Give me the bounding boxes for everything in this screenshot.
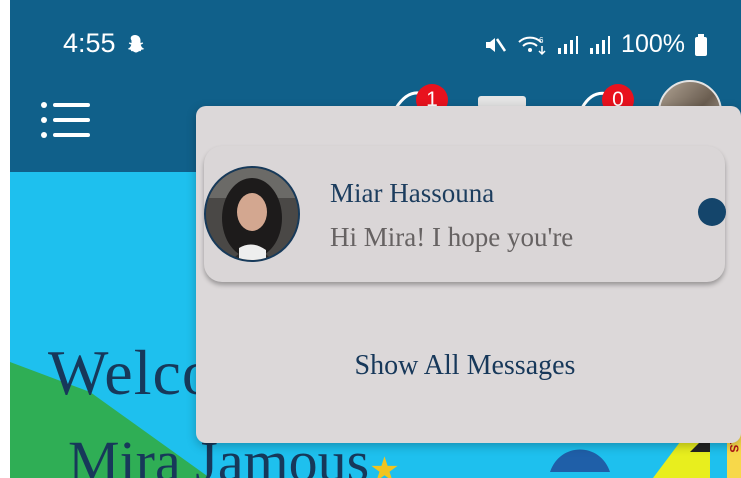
signal-icon-2 <box>590 35 611 54</box>
signal-icon-1 <box>558 35 579 54</box>
status-icons: 6 100% <box>483 30 707 59</box>
status-bar: 4:55 6 100% <box>10 0 741 88</box>
message-item[interactable]: Miar Hassouna Hi Mira! I hope you're <box>204 146 726 282</box>
hamburger-menu-icon[interactable] <box>40 100 90 140</box>
message-sender: Miar Hassouna <box>330 178 495 208</box>
star-icon: ★ <box>369 452 400 478</box>
messages-dropdown: Miar Hassouna Hi Mira! I hope you're Sho… <box>196 106 741 443</box>
wifi-icon: 6 <box>518 36 546 55</box>
app-screen: 4:55 6 100% 1 0 Welco Mira Jamous★ Miar … <box>10 0 741 478</box>
mute-icon <box>486 37 507 52</box>
sender-avatar <box>204 166 300 262</box>
show-all-messages-link[interactable]: Show All Messages <box>196 350 734 382</box>
battery-level: 100% <box>621 30 685 58</box>
message-preview: Hi Mira! I hope you're <box>330 222 574 252</box>
svg-text:6: 6 <box>539 36 544 45</box>
welcome-heading: Welco <box>48 337 215 408</box>
battery-icon <box>695 33 707 56</box>
snapchat-icon <box>127 35 145 53</box>
unread-indicator <box>698 198 726 226</box>
sender-photo <box>206 168 298 260</box>
status-time: 4:55 <box>63 28 116 58</box>
